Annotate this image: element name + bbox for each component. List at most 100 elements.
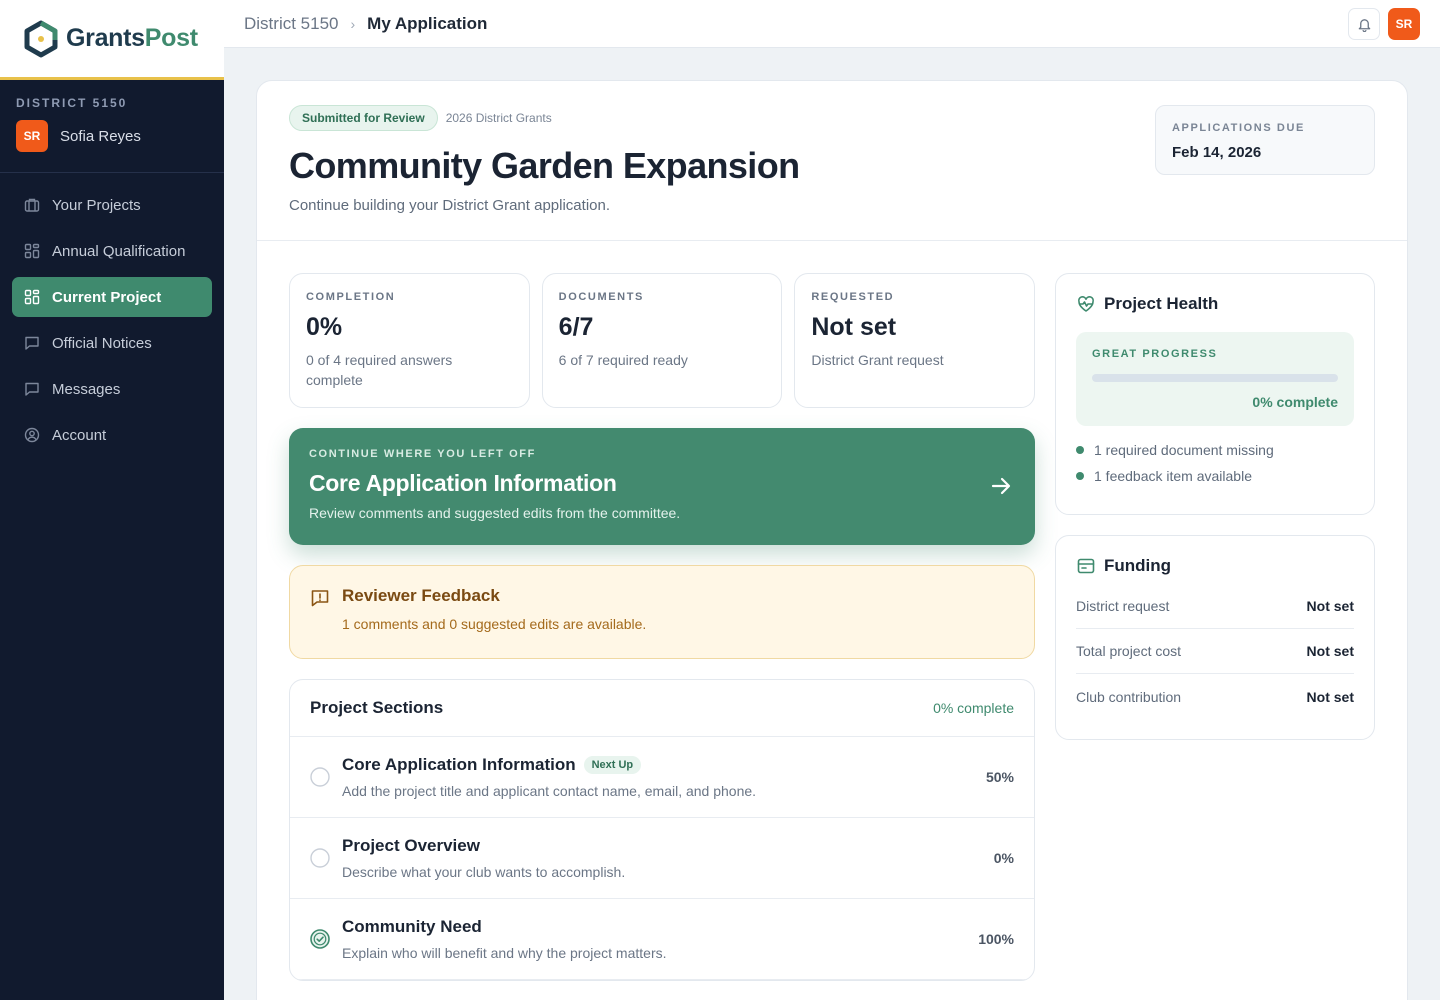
briefcase-icon xyxy=(24,197,40,213)
brand-header[interactable]: GrantsPost xyxy=(0,0,224,80)
sidebar-item-annual-qualification[interactable]: Annual Qualification xyxy=(12,231,212,271)
application-card: Submitted for Review 2026 District Grant… xyxy=(256,80,1408,1000)
section-desc: Add the project title and applicant cont… xyxy=(342,783,757,799)
sidebar-item-account[interactable]: Account xyxy=(12,415,212,455)
feedback-desc: 1 comments and 0 suggested edits are ava… xyxy=(342,616,647,632)
progress-box: GREAT PROGRESS 0% complete xyxy=(1076,332,1354,426)
section-percent: 0% xyxy=(993,850,1014,866)
due-date: Feb 14, 2026 xyxy=(1172,144,1262,161)
user-row: SR Sofia Reyes xyxy=(16,120,208,152)
sidebar-item-messages[interactable]: Messages xyxy=(12,369,212,409)
user-circle-icon xyxy=(24,427,40,443)
circle-icon xyxy=(310,767,330,787)
section-percent: 50% xyxy=(985,769,1014,785)
health-list: 1 required document missing 1 feedback i… xyxy=(1076,442,1354,484)
progress-bar xyxy=(1092,374,1338,382)
stat-completion: COMPLETION 0% 0 of 4 required answers co… xyxy=(289,273,530,408)
funding-row: District request Not set xyxy=(1076,584,1354,629)
section-desc: Describe what your club wants to accompl… xyxy=(342,864,626,880)
sections-complete: 0% complete xyxy=(933,700,1014,716)
sections-title: Project Sections xyxy=(310,698,444,717)
status-dot xyxy=(1076,446,1084,454)
program-label: 2026 District Grants xyxy=(445,111,552,125)
section-title: Core Application Information xyxy=(342,755,576,774)
circle-icon xyxy=(310,848,330,868)
sidebar-item-label: Account xyxy=(52,426,107,444)
stat-label: COMPLETION xyxy=(306,291,396,303)
sidebar-item-label: Current Project xyxy=(52,288,162,306)
section-row-text: Core Application Information Next Up Add… xyxy=(342,755,756,799)
sidebar-nav: Your Projects Annual Qualification Curre… xyxy=(0,173,224,473)
breadcrumb-current: My Application xyxy=(367,13,488,33)
grid-icon xyxy=(24,289,40,305)
funding-value: Not set xyxy=(1306,688,1354,705)
panel-header: Funding xyxy=(1076,556,1354,576)
applications-due-box: APPLICATIONS DUE Feb 14, 2026 xyxy=(1155,105,1375,175)
stat-requested: REQUESTED Not set District Grant request xyxy=(794,273,1036,408)
sections-header: Project Sections 0% complete xyxy=(290,680,1034,737)
funding-label: Club contribution xyxy=(1076,688,1182,705)
section-row-community-need[interactable]: Community Need Explain who will benefit … xyxy=(290,899,1034,980)
panel-title: Project Health xyxy=(1104,294,1219,313)
message-square-icon xyxy=(24,381,40,397)
list-item: 1 feedback item available xyxy=(1076,468,1354,484)
application-body: COMPLETION 0% 0 of 4 required answers co… xyxy=(257,241,1407,1000)
user-avatar-button[interactable]: SR xyxy=(1388,8,1420,40)
breadcrumb: District 5150 › My Application xyxy=(244,14,487,34)
list-item-text: 1 feedback item available xyxy=(1094,468,1252,484)
check-circle-icon xyxy=(310,929,330,949)
progress-label: GREAT PROGRESS xyxy=(1092,348,1218,360)
funding-value: Not set xyxy=(1306,643,1354,659)
notifications-button[interactable] xyxy=(1348,8,1380,40)
arrow-right-icon[interactable] xyxy=(989,474,1013,503)
reviewer-feedback-card[interactable]: Reviewer Feedback 1 comments and 0 sugge… xyxy=(289,565,1035,659)
section-percent: 100% xyxy=(978,931,1014,947)
district-label: DISTRICT 5150 xyxy=(16,96,128,110)
section-title: Community Need xyxy=(342,917,482,936)
continue-card[interactable]: CONTINUE WHERE YOU LEFT OFF Core Applica… xyxy=(289,428,1035,545)
section-title-line: Community Need xyxy=(342,917,667,937)
continue-label: CONTINUE WHERE YOU LEFT OFF xyxy=(309,448,536,460)
next-up-badge: Next Up xyxy=(583,756,642,774)
funding-label: Total project cost xyxy=(1076,643,1182,659)
stat-desc: 6 of 7 required ready xyxy=(558,352,688,368)
stats-row: COMPLETION 0% 0 of 4 required answers co… xyxy=(289,273,1036,408)
chevron-right-icon: › xyxy=(350,15,356,32)
funding-value: Not set xyxy=(1306,598,1354,614)
stat-value: 0% xyxy=(306,313,343,341)
page-subtitle: Continue building your District Grant ap… xyxy=(289,197,610,214)
section-row-text: Community Need Explain who will benefit … xyxy=(342,917,667,961)
funding-label: District request xyxy=(1076,598,1170,614)
application-header: Submitted for Review 2026 District Grant… xyxy=(257,81,1407,241)
project-sections: Project Sections 0% complete Core Applic… xyxy=(289,679,1035,981)
message-square-icon xyxy=(24,335,40,351)
heart-pulse-icon xyxy=(1078,296,1094,312)
section-title-line: Core Application Information Next Up xyxy=(342,755,756,775)
funding-row: Club contribution Not set xyxy=(1076,674,1354,719)
sidebar-item-your-projects[interactable]: Your Projects xyxy=(12,185,212,225)
sidebar: GrantsPost DISTRICT 5150 SR Sofia Reyes … xyxy=(0,0,224,1000)
stat-desc: District Grant request xyxy=(811,352,944,368)
breadcrumb-root[interactable]: District 5150 xyxy=(244,14,338,34)
list-item-text: 1 required document missing xyxy=(1094,442,1274,458)
section-row-project-overview[interactable]: Project Overview Describe what your club… xyxy=(290,818,1034,899)
status-badge: Submitted for Review xyxy=(289,105,438,131)
brand-name: GrantsPost xyxy=(66,24,198,52)
progress-percent: 0% complete xyxy=(1252,394,1338,410)
sidebar-item-label: Messages xyxy=(52,380,121,398)
district-user-block: DISTRICT 5150 SR Sofia Reyes xyxy=(0,80,224,173)
section-row-text: Project Overview Describe what your club… xyxy=(342,836,625,880)
feedback-icon xyxy=(310,588,330,613)
sidebar-item-official-notices[interactable]: Official Notices xyxy=(12,323,212,363)
section-title: Project Overview xyxy=(342,836,480,855)
stat-documents: DOCUMENTS 6/7 6 of 7 required ready xyxy=(541,273,783,408)
section-row-core-application[interactable]: Core Application Information Next Up Add… xyxy=(290,737,1034,818)
avatar: SR xyxy=(16,120,48,152)
bell-icon xyxy=(1358,18,1370,32)
wallet-icon xyxy=(1077,558,1095,574)
user-name: Sofia Reyes xyxy=(60,127,141,145)
sidebar-item-current-project[interactable]: Current Project xyxy=(12,277,212,317)
stat-value: Not set xyxy=(811,313,897,341)
section-desc: Explain who will benefit and why the pro… xyxy=(342,945,667,961)
status-dot xyxy=(1076,472,1084,480)
